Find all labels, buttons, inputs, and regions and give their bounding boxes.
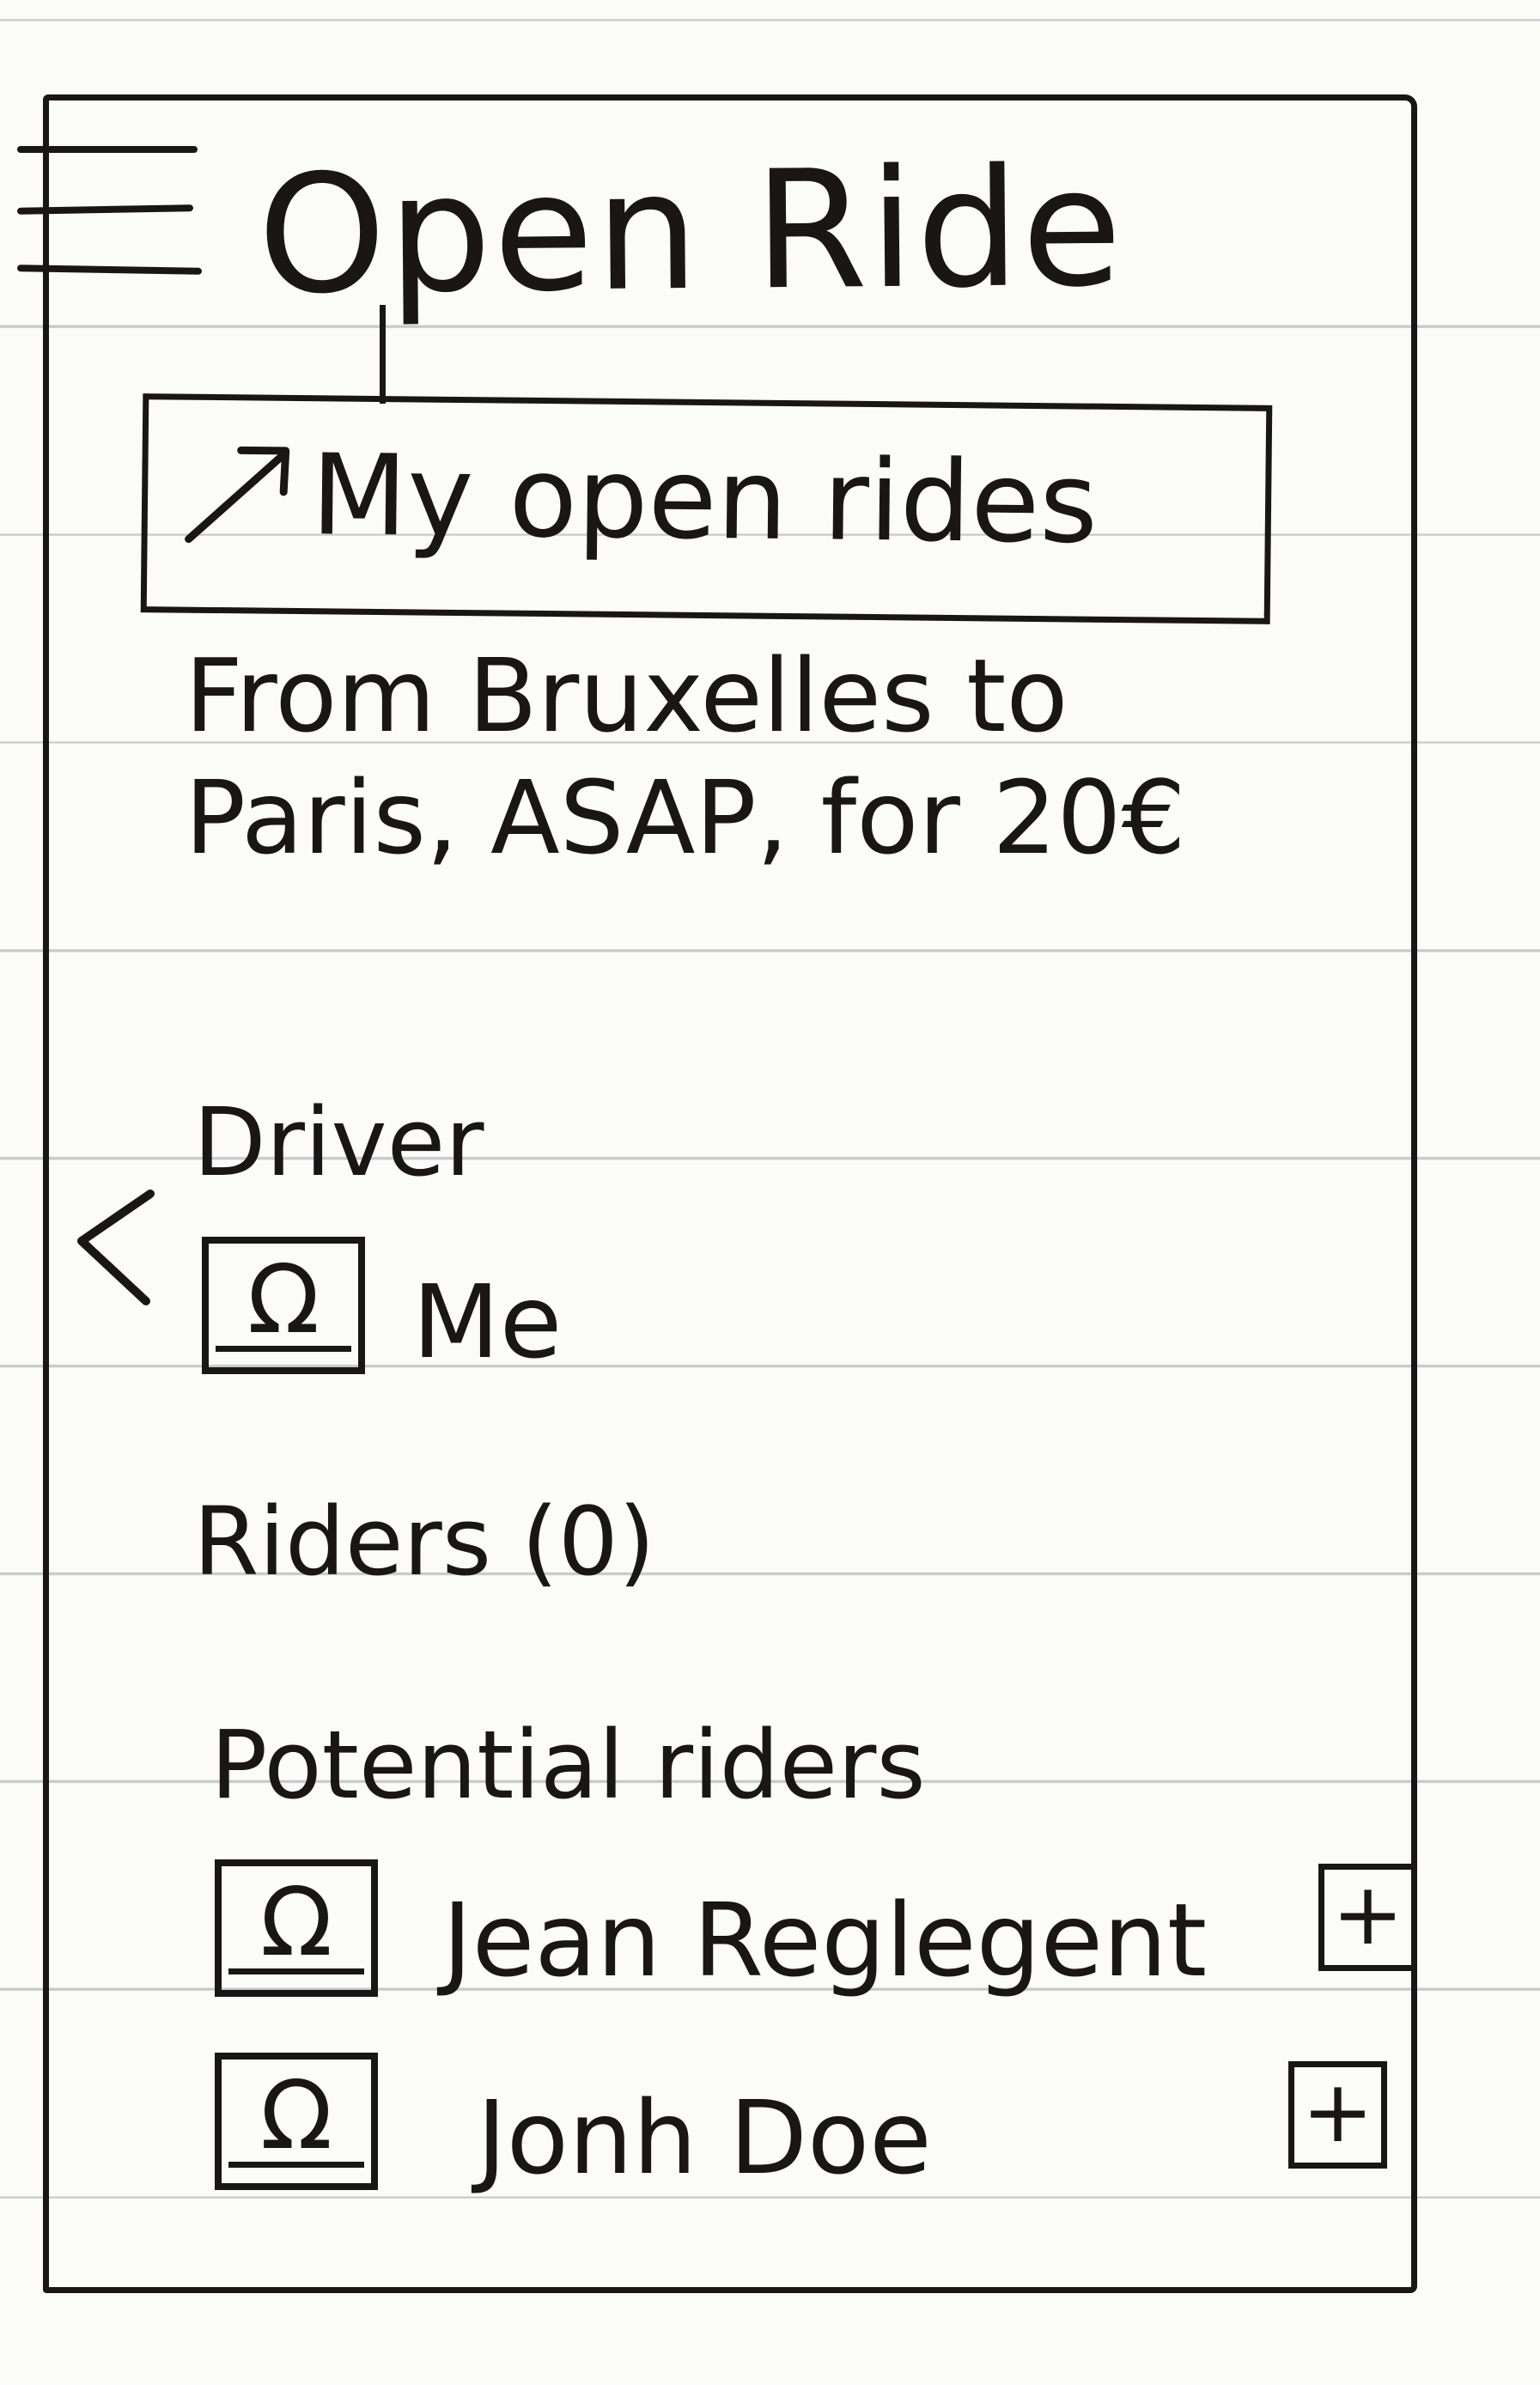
omega-avatar-icon: Ω — [259, 2060, 333, 2170]
chevron-left-icon[interactable] — [69, 1177, 163, 1314]
dropdown-label: My open rides — [310, 429, 1099, 569]
driver-name: Me — [412, 1262, 563, 1381]
plus-icon: + — [1301, 2061, 1374, 2162]
rider-avatar: Ω — [215, 1859, 378, 1997]
add-rider-button[interactable]: + — [1318, 1864, 1417, 1971]
open-rides-dropdown[interactable]: My open rides — [140, 393, 1273, 624]
potential-rider-row: Ω Jonh Doe + — [210, 2053, 1430, 2216]
plus-icon: + — [1331, 1864, 1404, 1964]
app-title: Open Ride — [257, 132, 1125, 331]
driver-avatar: Ω — [202, 1237, 365, 1374]
driver-heading: Driver — [193, 1087, 484, 1197]
add-rider-button[interactable]: + — [1288, 2061, 1387, 2169]
rider-avatar: Ω — [215, 2053, 378, 2190]
driver-row: Ω Me — [202, 1237, 717, 1400]
potential-rider-row: Ω Jean Reglegent + — [210, 1859, 1430, 2023]
omega-avatar-icon: Ω — [247, 1244, 320, 1354]
rider-name: Jonh Doe — [477, 2078, 932, 2197]
rider-name: Jean Reglegent — [442, 1881, 1208, 1999]
title-dropdown-connector — [380, 305, 386, 404]
diagonal-arrow-icon — [185, 446, 290, 544]
ride-summary: From Bruxelles to Paris, ASAP, for 20€ — [185, 636, 1186, 877]
hamburger-menu-icon[interactable] — [16, 137, 206, 283]
omega-avatar-icon: Ω — [259, 1867, 333, 1977]
riders-heading: Riders (0) — [193, 1487, 655, 1597]
potential-riders-heading: Potential riders — [210, 1710, 926, 1820]
